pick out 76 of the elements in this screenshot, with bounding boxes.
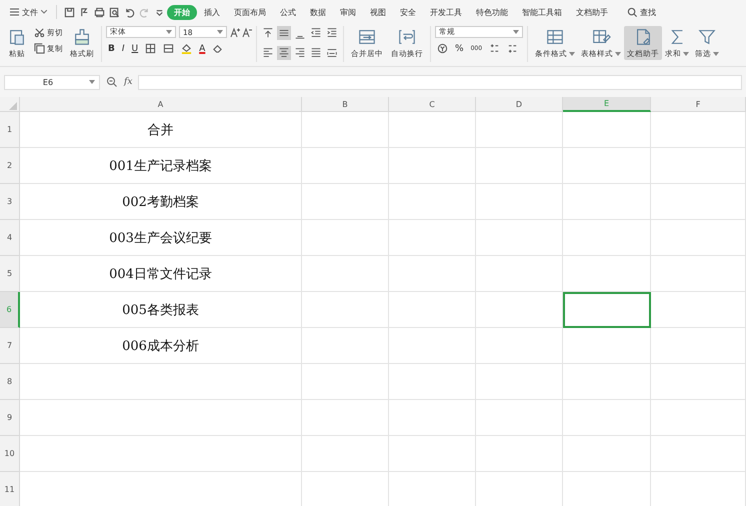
menu-tab[interactable]: 页面布局 bbox=[227, 4, 273, 20]
row-header[interactable]: 8 bbox=[0, 364, 20, 400]
undo-icon[interactable] bbox=[124, 6, 135, 18]
caret-icon[interactable] bbox=[513, 30, 519, 34]
file-menu[interactable]: 文件 bbox=[6, 4, 51, 20]
percent-button[interactable]: % bbox=[453, 44, 466, 54]
underline-button[interactable]: U bbox=[130, 44, 140, 54]
print-icon[interactable] bbox=[94, 6, 105, 18]
clipboard-icon[interactable] bbox=[7, 27, 27, 47]
menu-tab[interactable]: 智能工具箱 bbox=[515, 4, 569, 20]
menu-tab[interactable]: 特色功能 bbox=[469, 4, 515, 20]
menu-tab[interactable]: 视图 bbox=[363, 4, 393, 20]
row-header[interactable]: 7 bbox=[0, 328, 20, 364]
menu-icon[interactable] bbox=[10, 8, 19, 16]
caret-icon[interactable] bbox=[713, 52, 719, 56]
bold-button[interactable]: B bbox=[106, 44, 117, 54]
fill-color-icon bbox=[181, 43, 192, 54]
row-header[interactable]: 5 bbox=[0, 256, 20, 292]
menu-tab[interactable]: 安全 bbox=[393, 4, 423, 20]
brush-icon[interactable] bbox=[72, 27, 92, 47]
table-cell: 005各类报表 bbox=[20, 292, 302, 328]
borders-icon bbox=[145, 43, 156, 54]
row-header[interactable]: 11 bbox=[0, 472, 20, 506]
decrease-decimal-icon bbox=[507, 43, 518, 54]
menu-tab[interactable]: 文档助手 bbox=[569, 4, 615, 20]
menu-tab[interactable]: 审阅 bbox=[333, 4, 363, 20]
column-header[interactable]: A bbox=[20, 97, 302, 112]
chevron-icon[interactable] bbox=[41, 10, 47, 14]
menu-tab[interactable]: 插入 bbox=[197, 4, 227, 20]
row-header[interactable]: 10 bbox=[0, 436, 20, 472]
merge-cells-icon[interactable] bbox=[357, 27, 377, 47]
name-box[interactable]: E6 bbox=[4, 74, 100, 90]
table-cell: 004日常文件记录 bbox=[20, 256, 302, 292]
column-header[interactable]: D bbox=[476, 97, 563, 112]
function-label[interactable]: fx bbox=[124, 77, 132, 87]
font-size-icon[interactable] bbox=[230, 26, 252, 38]
print-preview-icon[interactable] bbox=[109, 6, 120, 18]
menu-tab[interactable]: 公式 bbox=[273, 4, 303, 20]
caret-icon[interactable] bbox=[166, 30, 172, 34]
caret-icon[interactable] bbox=[683, 52, 689, 56]
table-cell: 002考勤档案 bbox=[20, 184, 302, 220]
column-header[interactable]: F bbox=[651, 97, 746, 112]
save-icon[interactable] bbox=[64, 6, 75, 18]
table-cell: 006成本分析 bbox=[20, 328, 302, 364]
selected-cell[interactable] bbox=[563, 292, 651, 328]
scissors-icon bbox=[34, 27, 45, 38]
row-header[interactable]: 3 bbox=[0, 184, 20, 220]
filter-icon[interactable] bbox=[697, 27, 717, 47]
table-grid-icon[interactable] bbox=[545, 27, 565, 47]
row-header[interactable]: 4 bbox=[0, 220, 20, 256]
row-header[interactable]: 2 bbox=[0, 148, 20, 184]
table-cell: 001生产记录档案 bbox=[20, 148, 302, 184]
caret-icon[interactable] bbox=[217, 30, 223, 34]
row-header[interactable]: 9 bbox=[0, 400, 20, 436]
zoom-icon[interactable] bbox=[106, 76, 118, 88]
search-button[interactable]: 查找 bbox=[621, 6, 662, 18]
caret-icon[interactable] bbox=[615, 52, 621, 56]
menu-tab[interactable]: 开发工具 bbox=[423, 4, 469, 20]
caret-icon[interactable] bbox=[569, 52, 575, 56]
increase-decimal-icon bbox=[489, 43, 500, 54]
fill-pattern-icon bbox=[163, 43, 174, 54]
font-color-button[interactable]: A bbox=[197, 44, 208, 54]
table-cell: 合并 bbox=[20, 112, 302, 148]
italic-button[interactable]: I bbox=[120, 44, 127, 54]
search-icon[interactable] bbox=[627, 6, 638, 18]
eraser-icon bbox=[212, 43, 224, 54]
column-header[interactable]: C bbox=[389, 97, 476, 112]
table-cell: 003生产会议纪要 bbox=[20, 220, 302, 256]
menu-tab[interactable]: 数据 bbox=[303, 4, 333, 20]
caret-icon[interactable] bbox=[89, 80, 95, 84]
copy-icon bbox=[34, 43, 45, 54]
currency-icon bbox=[437, 43, 448, 54]
formula-input[interactable] bbox=[138, 74, 742, 90]
row-header[interactable]: 1 bbox=[0, 112, 20, 148]
column-header[interactable]: B bbox=[302, 97, 389, 112]
wrap-text-icon[interactable] bbox=[397, 27, 417, 47]
